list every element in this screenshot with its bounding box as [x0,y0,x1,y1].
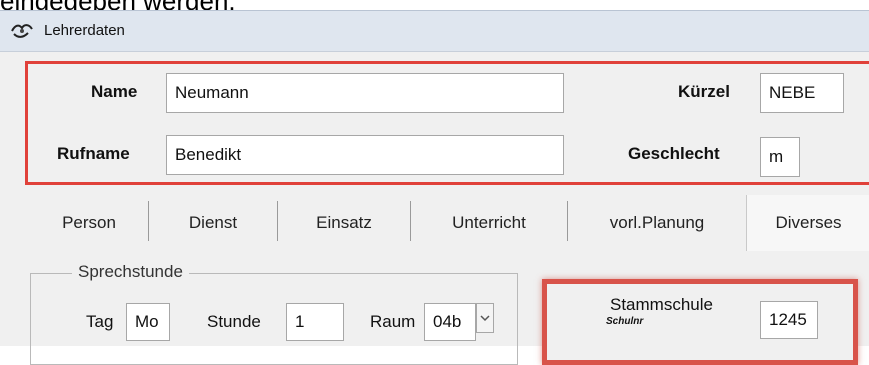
stammschule-label: Stammschule [610,295,713,314]
stunde-label: Stunde [207,312,261,331]
tab-dienst[interactable]: Dienst [149,195,277,251]
stunde-value: 1 [295,312,305,331]
app-hands-icon [10,21,34,41]
stammschule-sublabel: Schulnr [606,316,644,327]
stammschule-field[interactable]: 1245 [760,301,818,339]
kuerzel-field[interactable]: NEBE [760,73,844,113]
tab-person[interactable]: Person [30,195,148,251]
raum-value: 04b [433,312,462,331]
tab-vorl-planung[interactable]: vorl.Planung [568,195,746,251]
stunde-field[interactable]: 1 [286,303,344,341]
kuerzel-value: NEBE [769,83,816,102]
name-field[interactable]: Neumann [166,73,564,113]
title-bar: Lehrerdaten [0,11,869,52]
rufname-field[interactable]: Benedikt [166,135,564,175]
tab-strip: Person Dienst Einsatz Unterricht vorl.Pl… [0,195,869,251]
kuerzel-label: Kürzel [678,82,730,101]
rufname-value: Benedikt [175,145,242,164]
tag-label: Tag [86,312,114,331]
tab-einsatz[interactable]: Einsatz [278,195,410,251]
stammschule-value: 1245 [769,310,807,329]
name-label: Name [91,82,138,101]
tab-unterricht[interactable]: Unterricht [411,195,567,251]
sprechstunde-title: Sprechstunde [72,262,189,282]
window-lehrerdaten: Lehrerdaten Name Neumann Kürzel NEBE Ruf… [0,10,869,365]
tag-field[interactable]: Mo [126,303,170,341]
chevron-down-icon [480,309,490,327]
tab-diverses[interactable]: Diverses [746,195,869,251]
window-title: Lehrerdaten [44,22,125,39]
geschlecht-value: m [769,147,784,166]
rufname-label: Rufname [57,144,130,163]
tag-value: Mo [135,312,159,331]
geschlecht-field[interactable]: m [760,137,800,177]
raum-select[interactable]: 04b [424,303,476,341]
raum-dropdown-button[interactable] [476,303,494,333]
geschlecht-label: Geschlecht [628,144,720,163]
name-value: Neumann [175,83,249,102]
raum-label: Raum [370,312,416,331]
